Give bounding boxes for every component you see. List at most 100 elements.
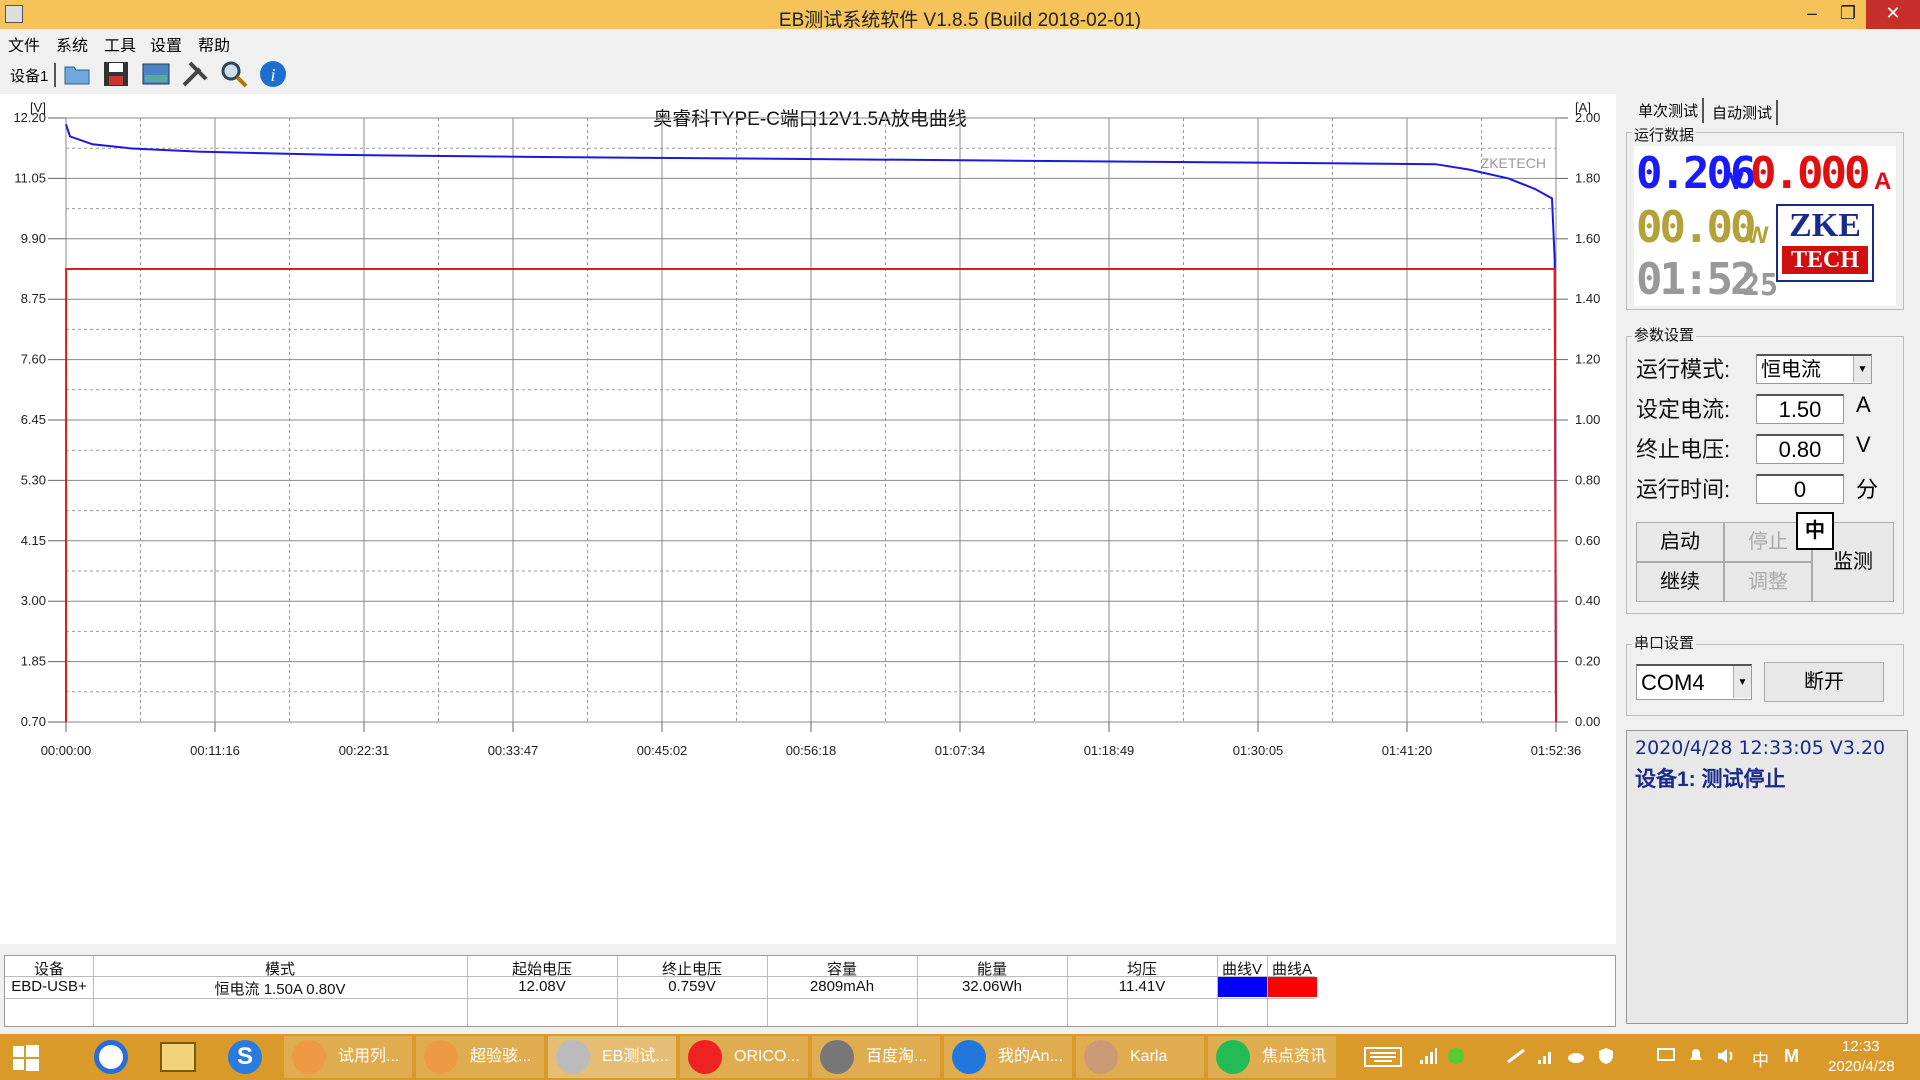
task-experience[interactable]: 超验骇... (416, 1036, 544, 1078)
task-label: EB测试... (602, 1048, 669, 1065)
toolbar: 设备1 i (0, 52, 1920, 94)
network-icon[interactable] (1536, 1046, 1556, 1066)
menu-bar: 文件 系统 工具 设置 帮助 (0, 29, 1920, 55)
table-row-cell: EBD-USB+ (11, 978, 87, 995)
chart-area: [V] [A] 奥睿科TYPE-C端口12V1.5A放电曲线 ZKETECH 1… (0, 94, 1616, 944)
display-icon[interactable] (1656, 1046, 1676, 1066)
x-tick: 01:52:36 (1531, 743, 1582, 758)
voltage-unit: V (1728, 168, 1745, 195)
task-label: 焦点资讯 (1262, 1048, 1327, 1065)
table-row-cell: 2809mAh (809, 978, 875, 995)
task-eb-test[interactable]: EB测试... (548, 1036, 676, 1078)
start-button[interactable]: 启动 (1636, 522, 1724, 562)
app-icon (292, 1040, 326, 1074)
current-readout: 0.000 (1750, 148, 1870, 199)
windows-start-icon[interactable] (12, 1044, 40, 1072)
set-current-input[interactable]: 1.50 (1756, 394, 1844, 424)
table-row-cell: 11.41V (1118, 978, 1166, 995)
x-tick: 00:45:02 (637, 743, 688, 758)
runtime-input[interactable]: 0 (1756, 474, 1844, 504)
save-icon[interactable] (101, 59, 131, 89)
serial-label: 串口设置 (1632, 632, 1697, 653)
adjust-button[interactable]: 调整 (1724, 562, 1812, 602)
task-orico[interactable]: ORICO... (680, 1036, 808, 1078)
tab-single-test[interactable]: 单次测试 (1634, 98, 1705, 123)
table-row-cell (1217, 977, 1267, 997)
chevron-down-icon[interactable]: ▼ (1733, 666, 1751, 698)
task-label: 百度淘... (866, 1048, 928, 1065)
x-tick: 00:56:18 (786, 743, 837, 758)
browser-icon[interactable] (94, 1040, 128, 1074)
chart-ticks: 12.20 2.00 11.05 1.80 9.90 1.60 8.75 1.40 7.60 1.… (13, 110, 1600, 758)
task-label: ORICO... (734, 1048, 800, 1065)
shield-icon[interactable] (1596, 1046, 1616, 1066)
log-panel: 2020/4/28 12:33:05 V3.20 设备1: 测试停止 (1626, 730, 1908, 1024)
search-icon[interactable] (219, 59, 249, 89)
sogou-icon[interactable]: S (228, 1040, 262, 1074)
y-left-tick: 12.20 (13, 110, 46, 125)
tab-auto-test[interactable]: 自动测试 (1708, 100, 1779, 125)
window-title: EB测试系统软件 V1.8.5 (Build 2018-02-01) (778, 10, 1142, 31)
task-label: 我的An... (998, 1048, 1063, 1065)
y-left-tick: 9.90 (21, 231, 46, 246)
clock-time[interactable]: 12:33 (1842, 1038, 1880, 1055)
x-tick: 00:33:47 (488, 743, 539, 758)
language-tray[interactable]: M (1784, 1046, 1799, 1067)
mode-select[interactable]: 恒电流 ▼ (1756, 354, 1872, 384)
notification-icon[interactable] (1686, 1046, 1706, 1066)
y-left-tick: 8.75 (21, 291, 46, 306)
ime-indicator[interactable]: 中 (1796, 512, 1834, 550)
x-tick: 00:11:16 (190, 743, 240, 758)
info-icon[interactable]: i (258, 59, 288, 89)
app-tray-icon[interactable] (1446, 1046, 1466, 1066)
app-icon (688, 1040, 722, 1074)
current-unit: A (1874, 168, 1892, 195)
volume-icon[interactable] (1716, 1046, 1736, 1066)
task-trial-list[interactable]: 试用列... (284, 1036, 412, 1078)
task-label: Karla (1130, 1048, 1168, 1065)
device-tab[interactable]: 设备1 (4, 63, 57, 87)
continue-button[interactable]: 继续 (1636, 562, 1724, 602)
open-folder-icon[interactable] (62, 59, 92, 89)
x-tick: 01:07:34 (935, 743, 986, 758)
table-row-cell (1267, 977, 1317, 997)
task-news[interactable]: 焦点资讯 (1208, 1036, 1336, 1078)
power-readout: 00.00 (1636, 202, 1756, 253)
tray-icon[interactable] (1506, 1046, 1526, 1066)
task-baidu[interactable]: 百度淘... (812, 1036, 940, 1078)
y-left-tick: 6.45 (21, 412, 46, 427)
y-right-tick: 0.40 (1575, 593, 1600, 608)
table-row-cell: 恒电流 1.50A 0.80V (214, 981, 346, 998)
params-label: 参数设置 (1632, 324, 1697, 345)
disconnect-button[interactable]: 断开 (1764, 662, 1884, 702)
task-karla[interactable]: Karla (1076, 1036, 1204, 1078)
y-right-tick: 2.00 (1575, 110, 1600, 125)
task-my-android[interactable]: 我的An... (944, 1036, 1072, 1078)
tools-icon[interactable] (180, 59, 210, 89)
time-readout: 01:52 (1636, 254, 1756, 305)
x-tick: 00:22:31 (339, 743, 390, 758)
clock-date[interactable]: 2020/4/28 (1828, 1058, 1895, 1075)
y-right-tick: 0.60 (1575, 533, 1600, 548)
chart-title: 奥睿科TYPE-C端口12V1.5A放电曲线 (653, 108, 967, 130)
keyboard-icon[interactable] (1364, 1047, 1402, 1067)
image-icon[interactable] (141, 59, 171, 89)
maximize-button[interactable]: ❐ (1830, 0, 1866, 29)
chart-grid (65, 117, 1557, 723)
end-voltage-input[interactable]: 0.80 (1756, 434, 1844, 464)
y-right-tick: 1.80 (1575, 170, 1600, 185)
cloud-icon[interactable] (1566, 1046, 1586, 1066)
app-icon (556, 1040, 590, 1074)
chevron-down-icon[interactable]: ▼ (1853, 356, 1871, 382)
ime-tray[interactable]: 中 (1752, 1046, 1769, 1071)
y-left-tick: 1.85 (21, 654, 46, 669)
file-explorer-icon[interactable] (160, 1042, 196, 1072)
task-label: 试用列... (338, 1048, 400, 1065)
minimize-button[interactable]: – (1794, 0, 1830, 29)
x-tick: 01:41:20 (1382, 743, 1433, 758)
signal-icon[interactable] (1418, 1046, 1438, 1066)
table-row-cell: 12.08V (518, 978, 566, 995)
close-button[interactable]: ✕ (1866, 0, 1920, 29)
port-select[interactable]: COM4 ▼ (1636, 664, 1752, 700)
y-left-tick: 5.30 (21, 472, 46, 487)
